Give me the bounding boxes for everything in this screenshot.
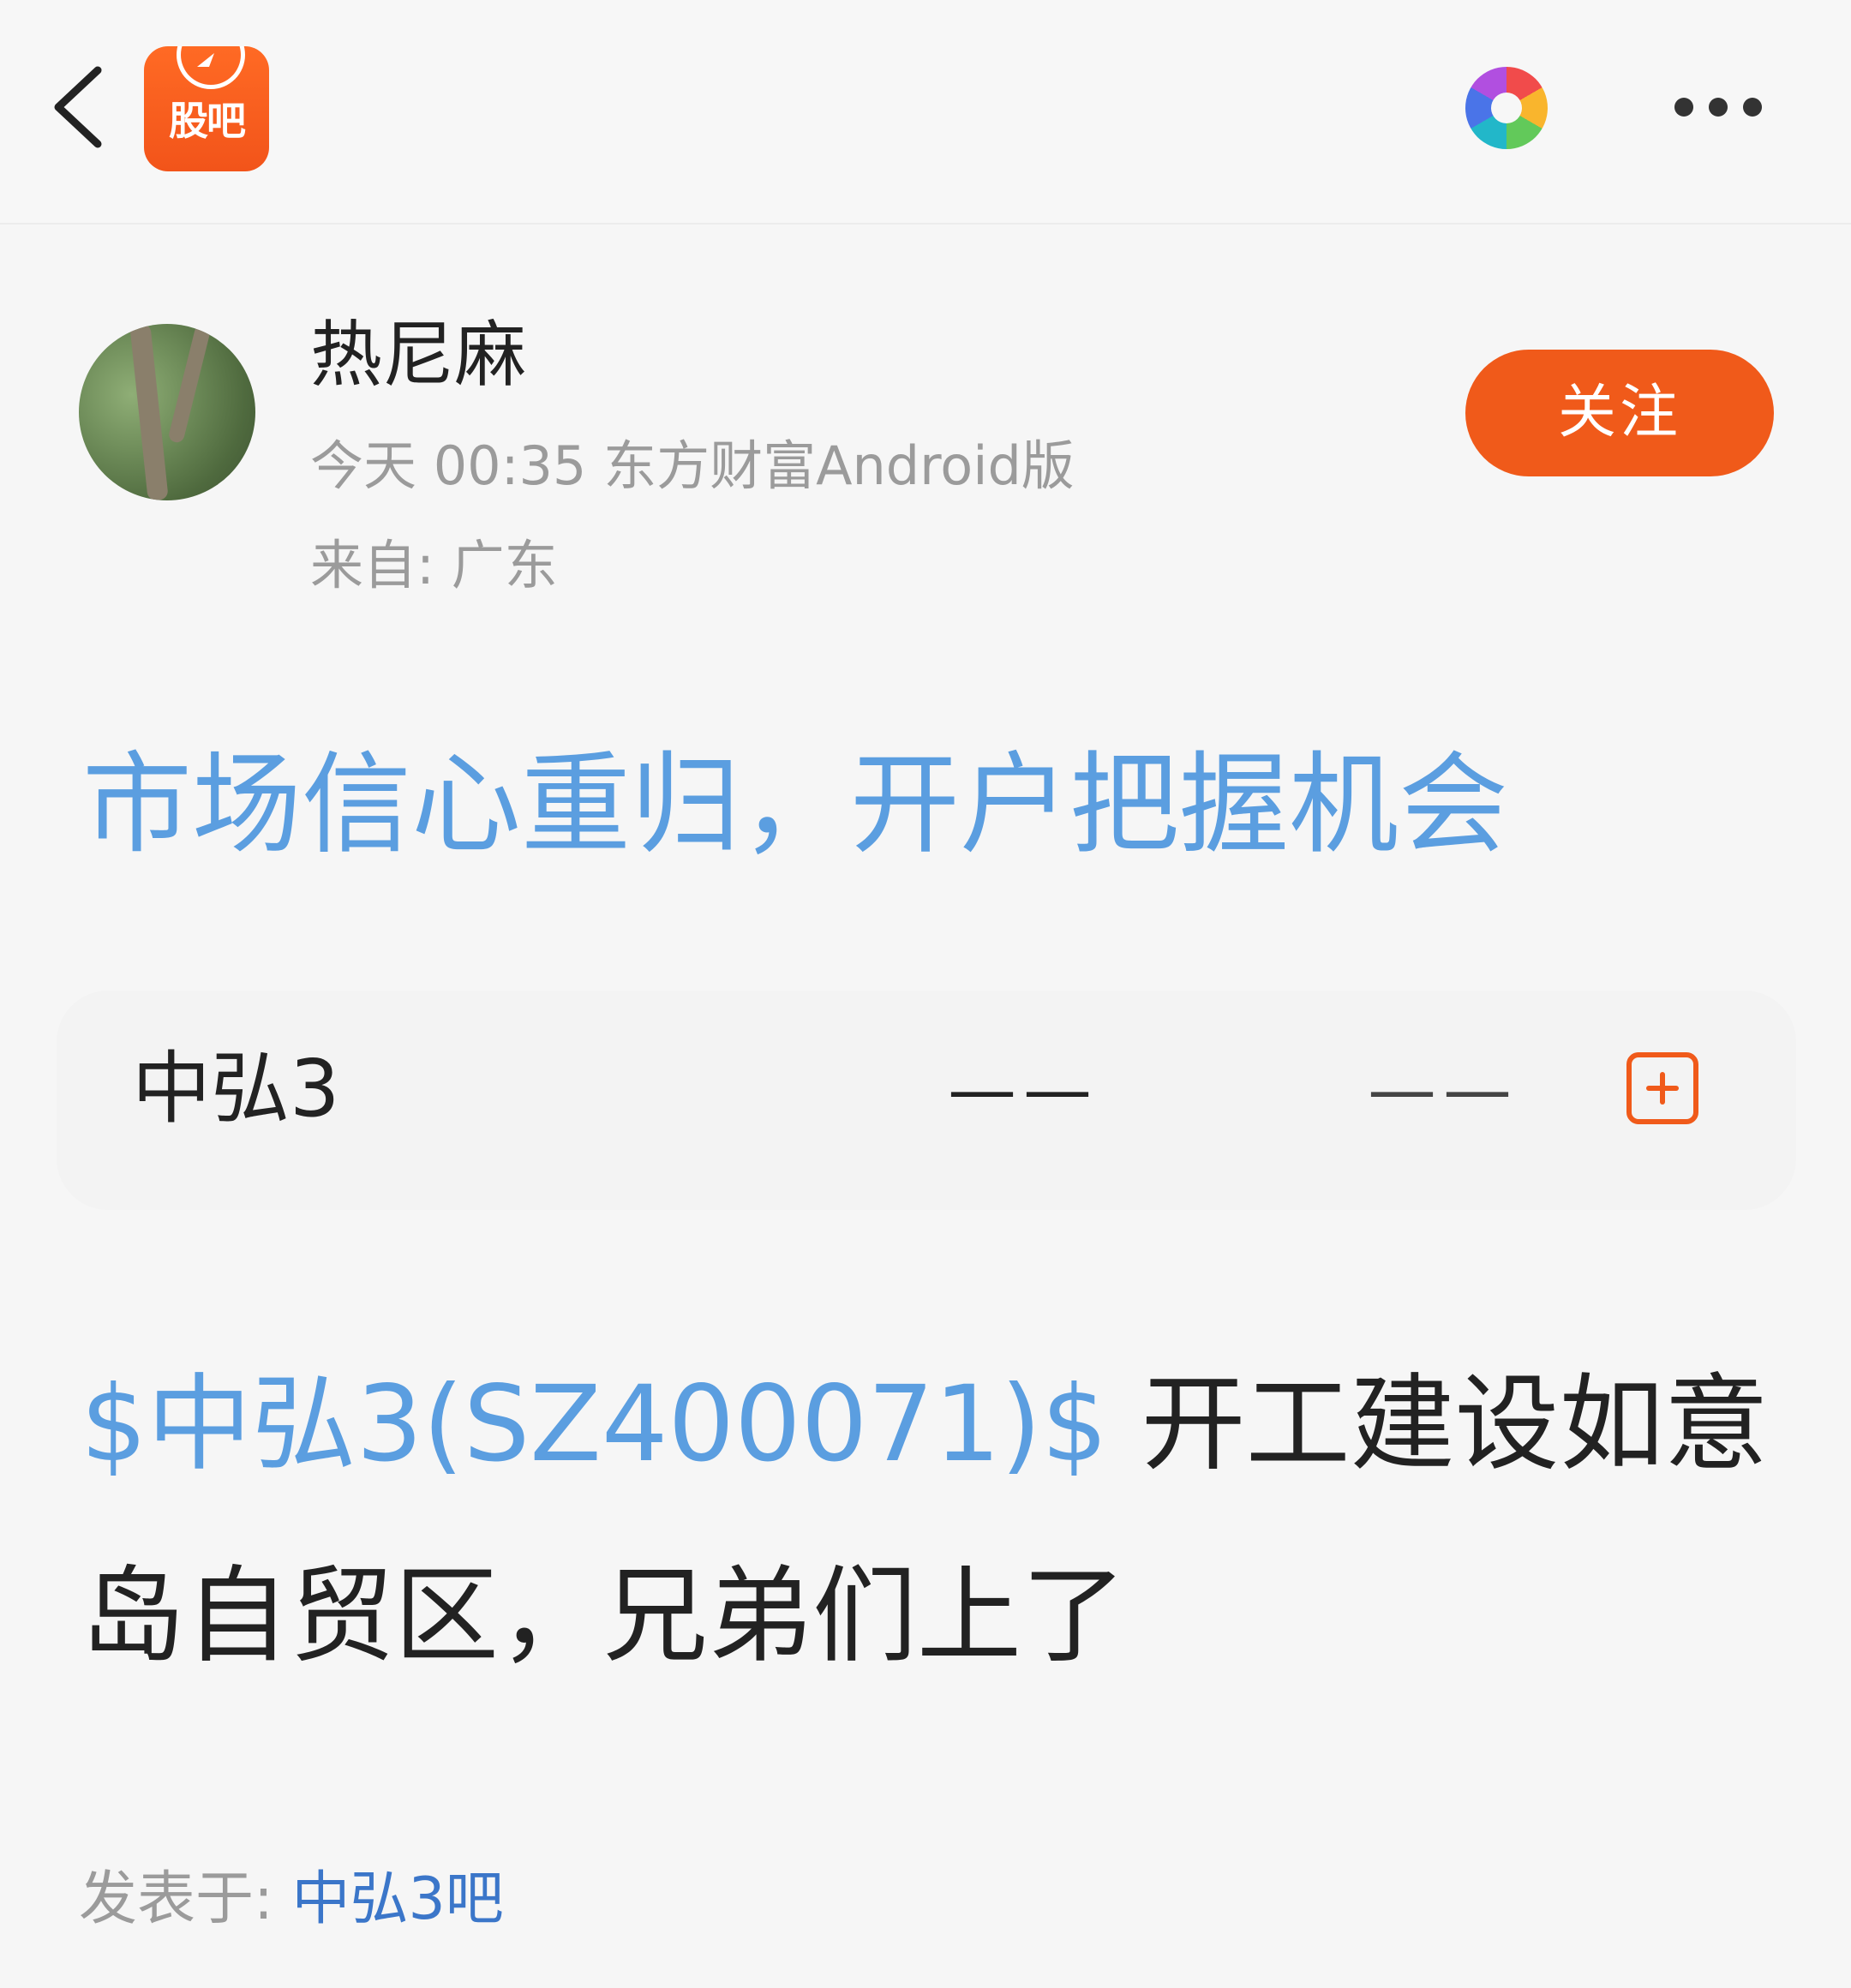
app-logo-text: 股吧: [169, 98, 246, 144]
more-options-button[interactable]: [1666, 91, 1769, 125]
bar-link[interactable]: 中弘3吧: [292, 1865, 504, 1933]
post-timestamp-source: 今天 00:35 东方财富Android版: [310, 434, 1075, 497]
color-wheel-icon[interactable]: [1465, 67, 1548, 149]
chevron-left-icon: [54, 66, 102, 148]
stock-card[interactable]: 中弘3 —— ——: [57, 991, 1796, 1210]
more-dot-icon: [1709, 98, 1728, 117]
add-to-watchlist-button[interactable]: [1626, 1052, 1698, 1124]
follow-button[interactable]: 关注: [1465, 350, 1774, 476]
author-avatar[interactable]: [79, 324, 255, 500]
more-dot-icon: [1743, 98, 1762, 117]
post-location: 来自: 广东: [310, 534, 558, 596]
author-name[interactable]: 热尼麻: [310, 315, 526, 395]
posted-in-label: 发表于:: [79, 1865, 292, 1933]
more-dot-icon: [1674, 98, 1693, 117]
stock-change: ——: [1368, 1050, 1519, 1129]
avatar-tree-trunk: [167, 324, 212, 445]
app-logo[interactable]: 股吧: [144, 46, 269, 171]
stock-price: ——: [948, 1050, 1099, 1129]
avatar-tree-trunk: [129, 324, 169, 500]
back-button[interactable]: [43, 60, 120, 154]
top-bar: 股吧: [0, 0, 1851, 225]
posted-in: 发表于: 中弘3吧: [79, 1865, 504, 1933]
stock-mention-link[interactable]: $中弘3(SZ400071)$: [81, 1363, 1108, 1485]
post-title: 市场信心重归，开户把握机会: [82, 741, 1509, 869]
logo-leaf-icon: [197, 53, 214, 67]
stock-name: 中弘3: [132, 1043, 340, 1135]
post-body: $中弘3(SZ400071)$ 开工建设如意岛自贸区，兄弟们上了: [81, 1328, 1786, 1712]
